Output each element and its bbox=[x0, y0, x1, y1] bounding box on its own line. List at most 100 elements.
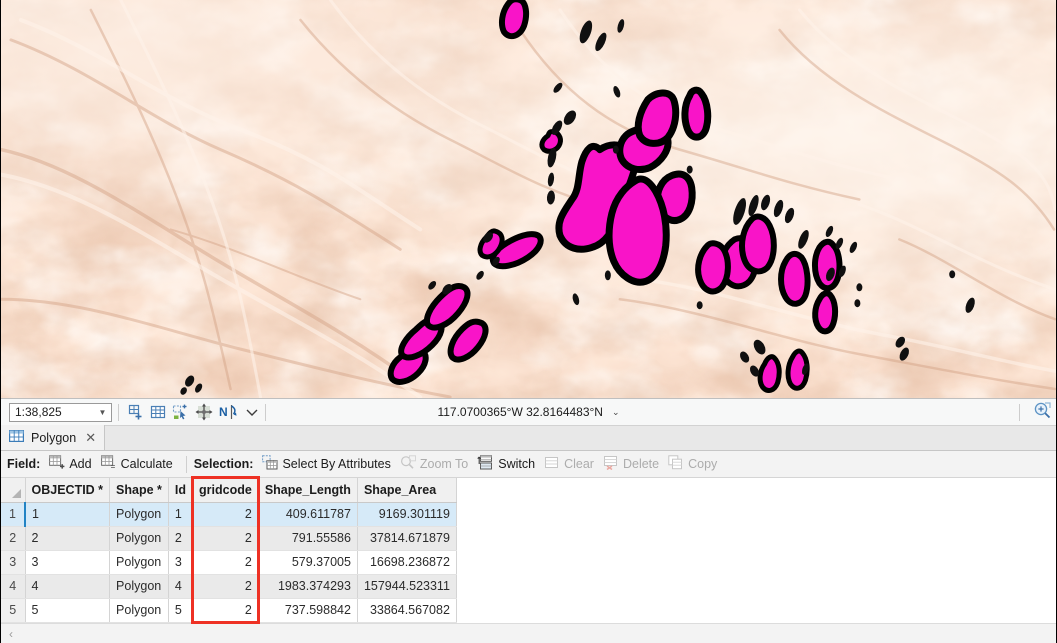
row-selector[interactable]: 3 bbox=[1, 550, 26, 575]
clear-selection-label: Clear bbox=[564, 457, 594, 471]
zoom-to-button: Zoom To bbox=[397, 454, 474, 475]
row-selector[interactable]: 5 bbox=[1, 598, 26, 624]
table-row[interactable]: 4 4 Polygon 4 2 1983.374293 157944.523311 bbox=[1, 574, 457, 599]
cell-shape[interactable]: Polygon bbox=[109, 598, 169, 624]
cell-id[interactable]: 3 bbox=[168, 550, 194, 575]
cell-id[interactable]: 5 bbox=[168, 598, 194, 624]
status-bar-right-tools bbox=[1013, 401, 1052, 424]
cell-shape_length[interactable]: 579.37005 bbox=[258, 550, 358, 575]
grid-icon[interactable] bbox=[150, 404, 166, 420]
table-row[interactable]: 1 1 Polygon 1 2 409.611787 9169.301119 bbox=[1, 502, 457, 527]
cell-shape_length[interactable]: 409.611787 bbox=[258, 502, 358, 527]
cell-shape_area[interactable]: 157944.523311 bbox=[357, 574, 457, 599]
add-field-button[interactable]: Add bbox=[46, 454, 97, 475]
coordinate-readout: 117.0700365°W 32.8164483°N bbox=[437, 405, 603, 419]
table-footer-bar: ‹ bbox=[1, 623, 1056, 643]
cell-objectid[interactable]: 2 bbox=[25, 526, 111, 551]
row-selector[interactable]: 4 bbox=[1, 574, 26, 599]
cell-id[interactable]: 4 bbox=[168, 574, 194, 599]
copy-selection-label: Copy bbox=[688, 457, 718, 471]
select-all-corner[interactable] bbox=[1, 478, 26, 503]
cell-objectid[interactable]: 4 bbox=[25, 574, 111, 599]
copy-selection-button: Copy bbox=[665, 454, 723, 475]
cell-shape_length[interactable]: 737.598842 bbox=[258, 598, 358, 624]
switch-selection-icon bbox=[477, 455, 494, 473]
cell-shape_area[interactable]: 16698.236872 bbox=[357, 550, 457, 575]
map-scale-value: 1:38,825 bbox=[15, 404, 62, 419]
cell-objectid[interactable]: 3 bbox=[25, 550, 111, 575]
svg-text:=: = bbox=[110, 462, 115, 470]
column-header-objectid[interactable]: OBJECTID * bbox=[25, 478, 111, 503]
attribute-table-pane: Polygon ✕ Field: Add = Calculate Selecti… bbox=[1, 425, 1056, 643]
create-bookmark-icon[interactable] bbox=[127, 404, 144, 421]
select-by-attributes-icon bbox=[262, 455, 278, 473]
cell-shape_area[interactable]: 33864.567082 bbox=[357, 598, 457, 624]
column-header-id[interactable]: Id bbox=[168, 478, 194, 503]
delete-selection-label: Delete bbox=[622, 457, 660, 471]
select-features-icon[interactable] bbox=[172, 404, 189, 421]
cell-shape_length[interactable]: 791.55586 bbox=[258, 526, 358, 551]
chevron-down-icon[interactable] bbox=[245, 407, 259, 417]
clear-selection-button: Clear bbox=[541, 454, 600, 475]
chevron-left-icon[interactable]: ‹ bbox=[9, 627, 13, 641]
map-view[interactable] bbox=[1, 0, 1056, 399]
cell-shape[interactable]: Polygon bbox=[109, 550, 169, 575]
select-by-attributes-button[interactable]: Select By Attributes bbox=[259, 454, 396, 475]
add-field-label: Add bbox=[69, 457, 92, 471]
map-status-bar: 1:38,825 ▼ N 117.0700365°W 32.8164483°N … bbox=[1, 399, 1056, 426]
close-icon[interactable]: ✕ bbox=[85, 431, 96, 444]
column-header-shape[interactable]: Shape * bbox=[109, 478, 169, 503]
column-header-gridcode[interactable]: gridcode bbox=[192, 478, 259, 503]
chevron-down-icon[interactable]: ▼ bbox=[96, 404, 109, 421]
divider bbox=[1019, 403, 1020, 421]
attribute-grid: OBJECTID * Shape * Id gridcode Shape_Length S… bbox=[1, 476, 1056, 643]
arcgis-pro-map-and-table-window: 1:38,825 ▼ N 117.0700365°W 32.8164483°N … bbox=[0, 0, 1057, 643]
table-empty-area bbox=[456, 478, 1056, 623]
column-header-shape_length[interactable]: Shape_Length bbox=[258, 478, 358, 503]
delete-selection-button: Delete bbox=[600, 454, 665, 475]
cell-shape[interactable]: Polygon bbox=[109, 526, 169, 551]
calculate-field-label: Calculate bbox=[120, 457, 173, 471]
svg-text:N: N bbox=[219, 405, 228, 419]
row-selector[interactable]: 1 bbox=[1, 502, 26, 527]
cell-gridcode[interactable]: 2 bbox=[192, 598, 259, 624]
cell-shape[interactable]: Polygon bbox=[109, 574, 169, 599]
delete-selection-icon bbox=[603, 455, 619, 473]
cell-objectid[interactable]: 5 bbox=[25, 598, 111, 624]
switch-selection-label: Switch bbox=[498, 457, 536, 471]
cell-gridcode[interactable]: 2 bbox=[192, 550, 259, 575]
copy-selection-icon bbox=[668, 455, 684, 473]
table-tab-polygon[interactable]: Polygon ✕ bbox=[1, 425, 106, 450]
cell-gridcode[interactable]: 2 bbox=[192, 526, 259, 551]
row-selector[interactable]: 2 bbox=[1, 526, 26, 551]
cell-shape_area[interactable]: 37814.671879 bbox=[357, 526, 457, 551]
table-row[interactable]: 5 5 Polygon 5 2 737.598842 33864.567082 bbox=[1, 598, 457, 624]
move-crosshair-icon[interactable] bbox=[195, 403, 213, 421]
map-scale-combobox[interactable]: 1:38,825 ▼ bbox=[9, 402, 112, 422]
cell-gridcode[interactable]: 2 bbox=[192, 574, 259, 599]
cell-id[interactable]: 1 bbox=[168, 502, 194, 527]
table-row[interactable]: 2 2 Polygon 2 2 791.55586 37814.671879 bbox=[1, 526, 457, 551]
zoom-to-label: Zoom To bbox=[419, 457, 469, 471]
cell-objectid[interactable]: 1 bbox=[24, 502, 111, 527]
field-section-label: Field: bbox=[7, 457, 41, 471]
column-header-shape_area[interactable]: Shape_Area bbox=[357, 478, 457, 503]
table-tab-label: Polygon bbox=[31, 430, 77, 445]
cell-shape_length[interactable]: 1983.374293 bbox=[258, 574, 358, 599]
cell-id[interactable]: 2 bbox=[168, 526, 194, 551]
hillshade-map-canvas[interactable] bbox=[1, 0, 1056, 398]
calculate-field-icon: = bbox=[100, 455, 117, 473]
table-row[interactable]: 3 3 Polygon 3 2 579.37005 16698.236872 bbox=[1, 550, 457, 575]
zoom-to-selection-icon[interactable] bbox=[1033, 401, 1052, 424]
divider bbox=[118, 403, 119, 421]
cell-shape[interactable]: Polygon bbox=[109, 502, 169, 527]
cell-gridcode[interactable]: 2 bbox=[192, 502, 259, 527]
cell-shape_area[interactable]: 9169.301119 bbox=[357, 502, 457, 527]
north-arrow-icon[interactable]: N bbox=[219, 403, 239, 421]
calculate-field-button[interactable]: = Calculate bbox=[98, 454, 179, 475]
attribute-table[interactable]: OBJECTID * Shape * Id gridcode Shape_Length S… bbox=[1, 478, 457, 624]
map-tool-buttons: N bbox=[127, 403, 259, 421]
chevron-down-icon[interactable]: ⌄ bbox=[612, 407, 620, 418]
table-header-row: OBJECTID * Shape * Id gridcode Shape_Length S… bbox=[1, 478, 457, 503]
switch-selection-button[interactable]: Switch bbox=[474, 454, 541, 475]
